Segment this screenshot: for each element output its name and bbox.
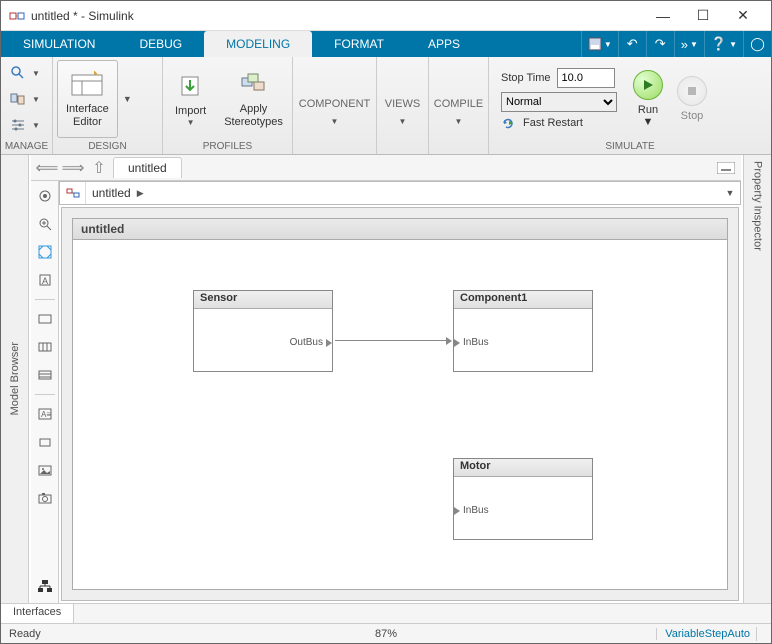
keyboard-icon[interactable] (715, 157, 737, 179)
explorer-bar: ⟸ ⟹ ⇧ untitled (31, 155, 741, 181)
model-tab[interactable]: untitled (113, 157, 182, 178)
block-component1[interactable]: Component1 InBus (453, 290, 593, 372)
status-progress: 87% (375, 628, 397, 640)
property-inspector-label: Property Inspector (752, 161, 764, 251)
compile-dropdown[interactable]: COMPILE ▼ (432, 60, 486, 138)
spacer (293, 141, 376, 154)
spacer (429, 141, 488, 154)
settings-button[interactable] (5, 113, 31, 137)
property-inspector-rail[interactable]: Property Inspector (743, 155, 771, 603)
block-title: Component1 (454, 291, 592, 309)
app-icon (9, 8, 25, 24)
area-icon[interactable] (34, 431, 56, 453)
status-ready: Ready (9, 628, 41, 640)
design-dropdown[interactable]: ▼ (120, 60, 134, 138)
block-title: Motor (454, 459, 592, 477)
model-browser-label: Model Browser (9, 342, 21, 415)
group-label-manage: MANAGE (1, 141, 52, 154)
ribbon: ▼ ▼ ▼ MANAGE Interface Editor ▼ DESIGN I… (1, 57, 771, 155)
group-label-simulate: SIMULATE (489, 141, 771, 154)
show-explorer-icon[interactable] (34, 185, 56, 207)
simulation-mode-select[interactable]: Normal (501, 92, 617, 112)
zoom-tool-icon[interactable] (34, 213, 56, 235)
spacer (377, 141, 428, 154)
canvas-toolbar: A A≡ (31, 181, 59, 603)
title-bar: untitled * - Simulink — ☐ ✕ (1, 1, 771, 31)
import-button[interactable]: Import ▼ (167, 60, 214, 138)
minimize-button[interactable]: — (643, 1, 683, 31)
tool-1-icon[interactable] (34, 308, 56, 330)
block-sensor[interactable]: Sensor OutBus (193, 290, 333, 372)
apply-stereotypes-button[interactable]: Apply Stereotypes (216, 60, 291, 138)
fast-restart-button[interactable]: Fast Restart (523, 117, 583, 129)
redo-button[interactable]: ↷ (646, 31, 674, 57)
block-title: Sensor (194, 291, 332, 309)
signal-line[interactable] (335, 340, 451, 341)
address-model-icon (60, 182, 86, 204)
find-button[interactable] (5, 61, 31, 85)
compare-button[interactable] (5, 87, 31, 111)
fast-restart-icon (501, 116, 517, 130)
fit-view-icon[interactable] (34, 241, 56, 263)
tab-debug[interactable]: DEBUG (117, 31, 204, 57)
annotation-icon[interactable]: A≡ (34, 403, 56, 425)
canvas[interactable]: Sensor OutBus Component1 InBus Motor (72, 240, 728, 590)
address-dropdown[interactable]: ▼ (720, 188, 740, 198)
port-inbus[interactable]: InBus (454, 505, 489, 516)
views-dropdown[interactable]: VIEWS ▼ (383, 60, 422, 138)
bottom-tabstrip: Interfaces (1, 603, 771, 623)
stop-button[interactable]: Stop (671, 76, 713, 122)
canvas-title: untitled (72, 218, 728, 240)
port-inbus[interactable]: InBus (454, 337, 489, 348)
port-outbus[interactable]: OutBus (290, 337, 332, 348)
address-segment[interactable]: untitled (86, 186, 137, 200)
component-dropdown[interactable]: COMPONENT ▼ (297, 60, 373, 138)
tab-interfaces[interactable]: Interfaces (1, 604, 74, 623)
view-normal-icon[interactable]: A (34, 269, 56, 291)
nav-forward-button[interactable]: ⟹ (61, 157, 85, 179)
snapshot-icon[interactable] (34, 487, 56, 509)
group-label-profiles: PROFILES (163, 141, 292, 154)
ribbon-tabstrip: SIMULATION DEBUG MODELING FORMAT APPS ▼ … (1, 31, 771, 57)
overflow-button[interactable]: »▼ (674, 31, 704, 57)
tool-2-icon[interactable] (34, 336, 56, 358)
interface-editor-button[interactable]: Interface Editor (57, 60, 118, 138)
address-arrow-icon[interactable]: ▶ (137, 188, 144, 199)
run-button[interactable]: Run ▼ (627, 70, 669, 128)
hierarchy-icon[interactable] (34, 575, 56, 597)
svg-text:A≡: A≡ (41, 410, 51, 419)
help-button[interactable]: ❔▼ (704, 31, 743, 57)
status-solver[interactable]: VariableStepAuto (656, 628, 750, 640)
close-button[interactable]: ✕ (723, 1, 763, 31)
tab-simulation[interactable]: SIMULATION (1, 31, 117, 57)
status-bar: Ready 87% VariableStepAuto (1, 623, 771, 643)
model-browser-rail[interactable]: Model Browser (1, 155, 29, 603)
maximize-button[interactable]: ☐ (683, 1, 723, 31)
stop-time-input[interactable] (557, 68, 615, 88)
nav-back-button[interactable]: ⟸ (35, 157, 59, 179)
undo-button[interactable]: ↶ (618, 31, 646, 57)
tab-apps[interactable]: APPS (406, 31, 482, 57)
group-label-design: DESIGN (53, 141, 162, 154)
save-button[interactable]: ▼ (581, 31, 618, 57)
window-title: untitled * - Simulink (31, 9, 643, 23)
canvas-frame: untitled Sensor OutBus Component1 InBus (61, 207, 739, 601)
tab-modeling[interactable]: MODELING (204, 31, 312, 57)
address-bar[interactable]: untitled ▶ ▼ (59, 181, 741, 205)
block-motor[interactable]: Motor InBus (453, 458, 593, 540)
svg-text:A: A (42, 276, 48, 286)
tab-format[interactable]: FORMAT (312, 31, 406, 57)
tool-3-icon[interactable] (34, 364, 56, 386)
nav-up-button[interactable]: ⇧ (87, 157, 111, 179)
image-icon[interactable] (34, 459, 56, 481)
circle-button[interactable]: ◯ (743, 31, 771, 57)
stop-time-label: Stop Time (501, 72, 551, 84)
